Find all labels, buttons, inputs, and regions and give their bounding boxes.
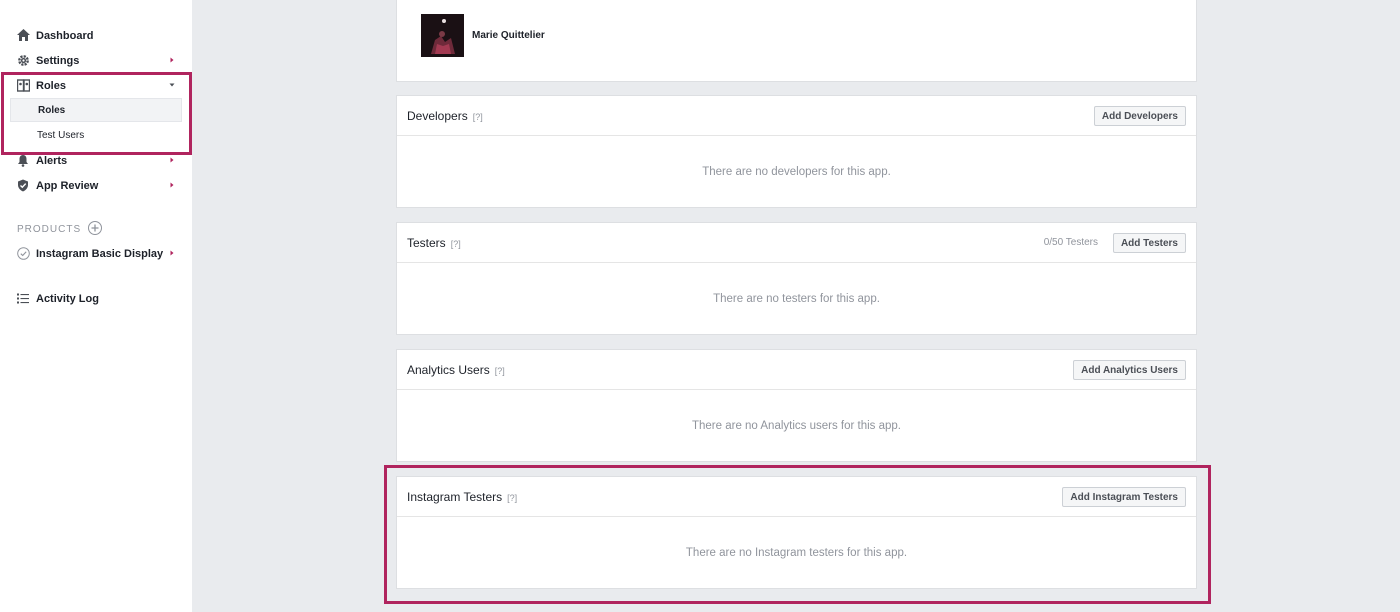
sidebar-item-roles[interactable]: Roles: [0, 73, 192, 98]
add-testers-button[interactable]: Add Testers: [1112, 233, 1186, 253]
help-link[interactable]: [?]: [451, 239, 461, 249]
bell-icon: [16, 153, 30, 167]
instagram-testers-card: Instagram Testers [?] Add Instagram Test…: [396, 476, 1197, 589]
plus-icon: [91, 224, 99, 232]
sidebar-item-app-review[interactable]: App Review: [0, 173, 192, 198]
home-icon: [16, 28, 30, 42]
chevron-right-icon: [170, 182, 174, 188]
sidebar-subitem-roles[interactable]: Roles: [10, 98, 182, 122]
sidebar-item-label: App Review: [36, 179, 99, 192]
card-header: Testers [?] 0/50 Testers Add Testers: [397, 223, 1196, 263]
card-header: Developers [?] Add Developers: [397, 96, 1196, 136]
testers-card: Testers [?] 0/50 Testers Add Testers The…: [396, 222, 1197, 335]
products-header: PRODUCTS: [17, 223, 82, 235]
help-link[interactable]: [?]: [507, 493, 517, 503]
chevron-right-icon: [170, 250, 174, 256]
add-product-button[interactable]: [88, 221, 102, 235]
administrators-card: Marie Quittelier: [396, 0, 1197, 82]
sidebar-item-label: Activity Log: [36, 292, 99, 305]
add-developers-button[interactable]: Add Developers: [1093, 106, 1186, 126]
card-title: Analytics Users [?]: [407, 363, 505, 377]
empty-message: There are no Instagram testers for this …: [685, 547, 908, 559]
section-title: Developers: [407, 109, 468, 123]
chevron-right-icon: [170, 57, 174, 63]
sidebar-item-instagram-basic-display[interactable]: Instagram Basic Display: [0, 241, 192, 266]
sidebar-item-label: Alerts: [36, 154, 68, 167]
card-title: Testers [?]: [407, 236, 461, 250]
avatar[interactable]: [421, 14, 464, 57]
check-circle-icon: [16, 246, 30, 260]
empty-message: There are no testers for this app.: [713, 293, 880, 305]
sidebar-item-activity-log[interactable]: Activity Log: [0, 286, 192, 311]
sidebar-subitem-label: Test Users: [37, 129, 85, 141]
card-title: Developers [?]: [407, 109, 483, 123]
sidebar-item-alerts[interactable]: Alerts: [0, 148, 192, 173]
card-header: Instagram Testers [?] Add Instagram Test…: [397, 477, 1196, 517]
testers-counter: 0/50 Testers: [1043, 237, 1098, 248]
sidebar-item-label: Settings: [36, 54, 80, 67]
sidebar-item-dashboard[interactable]: Dashboard: [0, 23, 192, 48]
empty-message: There are no Analytics users for this ap…: [691, 420, 902, 432]
avatar-image: [421, 14, 464, 57]
sidebar-item-label: Instagram Basic Display: [36, 247, 164, 260]
sidebar-item-label: Dashboard: [36, 29, 94, 42]
sidebar: Dashboard Settings Roles Roles Test User…: [0, 0, 192, 612]
chevron-down-icon: [169, 83, 175, 87]
section-title: Analytics Users: [407, 363, 490, 377]
roles-icon: [16, 78, 30, 92]
sidebar-subitem-test-users[interactable]: Test Users: [10, 123, 182, 147]
card-header: Analytics Users [?] Add Analytics Users: [397, 350, 1196, 390]
chevron-right-icon: [170, 157, 174, 163]
analytics-users-card: Analytics Users [?] Add Analytics Users …: [396, 349, 1197, 462]
card-title: Instagram Testers [?]: [407, 490, 517, 504]
list-icon: [16, 291, 30, 305]
add-instagram-testers-button[interactable]: Add Instagram Testers: [1062, 487, 1186, 507]
section-title: Instagram Testers: [407, 490, 503, 504]
admin-name[interactable]: Marie Quittelier: [472, 30, 545, 41]
empty-message: There are no developers for this app.: [702, 166, 891, 178]
add-analytics-users-button[interactable]: Add Analytics Users: [1073, 360, 1186, 380]
sidebar-item-settings[interactable]: Settings: [0, 48, 192, 73]
help-link[interactable]: [?]: [495, 366, 505, 376]
developers-card: Developers [?] Add Developers There are …: [396, 95, 1197, 208]
section-title: Testers: [407, 236, 446, 250]
sidebar-subitem-label: Roles: [38, 104, 66, 116]
sidebar-item-label: Roles: [36, 79, 66, 92]
help-link[interactable]: [?]: [473, 112, 483, 122]
shield-check-icon: [16, 178, 30, 192]
gear-icon: [16, 53, 30, 67]
